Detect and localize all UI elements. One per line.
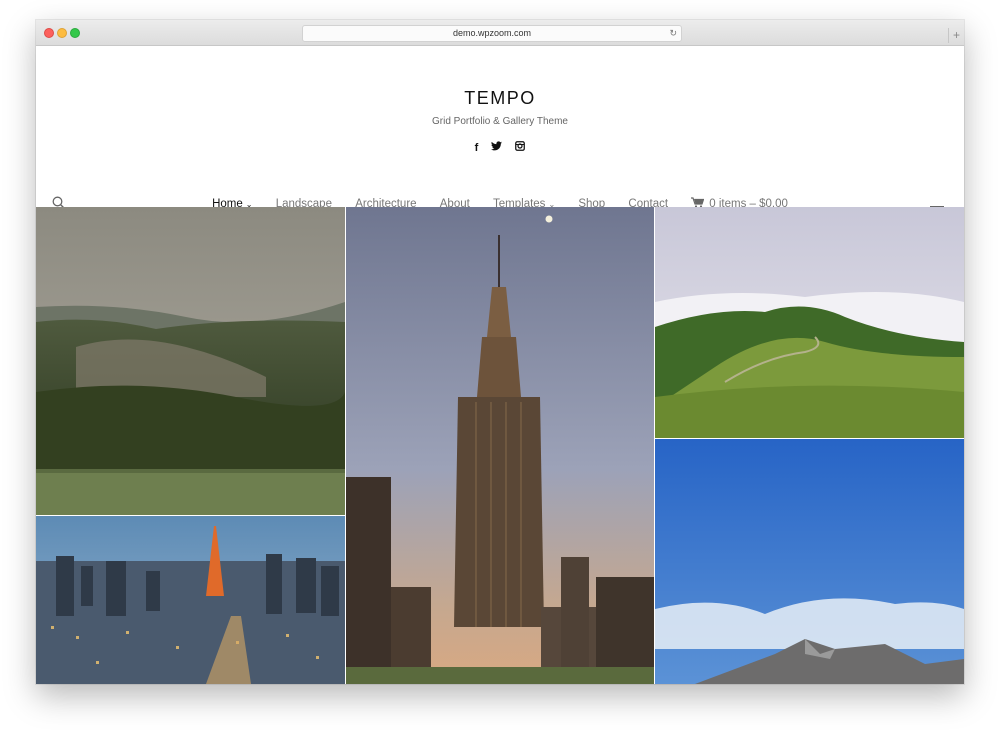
mountain-sky-image xyxy=(655,439,964,684)
gallery-item-mountain-sky[interactable] xyxy=(655,439,964,684)
forest-landscape-image xyxy=(36,207,345,515)
browser-titlebar: demo.wpzoom.com ↻ + xyxy=(36,20,964,46)
tokyo-city-image xyxy=(36,516,345,684)
gallery-item-green-hill[interactable] xyxy=(655,207,964,438)
site-tagline: Grid Portfolio & Gallery Theme xyxy=(432,116,568,127)
address-bar[interactable]: demo.wpzoom.com ↻ xyxy=(302,25,682,42)
green-hill-image xyxy=(655,207,964,438)
zoom-window-button[interactable] xyxy=(70,28,80,38)
minimize-window-button[interactable] xyxy=(57,28,67,38)
site-title[interactable]: TEMPO xyxy=(36,88,964,109)
gallery-item-empire-state[interactable] xyxy=(346,207,654,684)
facebook-icon[interactable]: f xyxy=(475,142,479,154)
address-bar-url: demo.wpzoom.com xyxy=(452,28,532,38)
browser-window: demo.wpzoom.com ↻ + TEMPO Grid Portfolio… xyxy=(36,20,964,684)
instagram-icon[interactable] xyxy=(515,141,526,154)
twitter-icon[interactable] xyxy=(491,141,503,154)
social-links: f xyxy=(36,141,964,154)
close-window-button[interactable] xyxy=(44,28,54,38)
plus-icon[interactable]: + xyxy=(948,28,964,43)
portfolio-grid xyxy=(36,207,964,684)
reload-icon[interactable]: ↻ xyxy=(669,26,677,41)
gallery-item-forest[interactable] xyxy=(36,207,345,515)
empire-state-image xyxy=(346,207,654,684)
site-header: TEMPO Grid Portfolio & Gallery Theme f H… xyxy=(36,46,964,218)
gallery-item-tokyo[interactable] xyxy=(36,516,345,684)
